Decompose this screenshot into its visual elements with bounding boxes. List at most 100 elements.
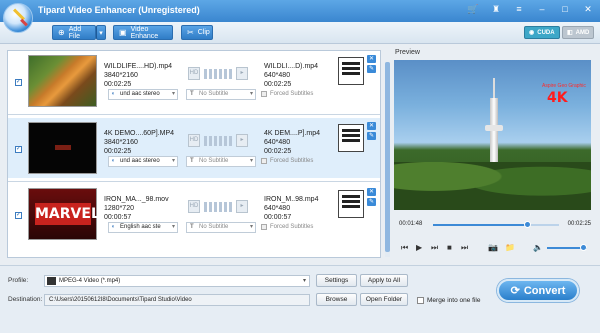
file-row[interactable]: ✓ WILDLIFE....HD).mp4 3840*2160 00:02:25… [8,51,380,111]
edit-icon[interactable]: ✎ [367,198,376,206]
snapshot-icon[interactable]: 📷 [488,243,498,252]
settings-button[interactable]: Settings [316,274,357,287]
output-filename: WILDLI....D).mp4 [264,63,319,70]
stop-icon[interactable]: ■ [447,243,452,252]
forced-subtitles-label: Forced Subtitles [270,224,314,230]
remove-icon[interactable]: ✕ [367,122,376,130]
convert-button[interactable]: ⟳ Convert [497,279,579,302]
apply-to-all-button[interactable]: Apply to All [360,274,408,287]
seek-bar[interactable] [433,221,559,228]
convert-arrow: HD ▸ [188,199,250,215]
forced-subtitles[interactable]: Forced Subtitles [261,158,313,164]
output-filename: IRON_M..98.mp4 [264,196,319,203]
target-format-icon: ▸ [236,200,248,213]
previous-frame-icon[interactable]: ⏮ [401,243,408,253]
cart-icon[interactable]: 🛒 [467,4,479,15]
output-format-icon[interactable] [338,124,364,152]
audio-track-select[interactable]: ◖ English aac ste ▾ [108,222,178,233]
forced-subtitles-checkbox[interactable] [261,91,267,97]
cuda-label: CUDA [537,29,555,36]
edit-icon[interactable]: ✎ [367,65,376,73]
file-row[interactable]: ✓ MARVEL IRON_MA..._98.mov 1280*720 00:0… [8,184,380,244]
remove-icon[interactable]: ✕ [367,55,376,63]
forced-subtitles-checkbox[interactable] [261,158,267,164]
destination-path-input[interactable]: C:\Users\20150612I8\Documents\Tipard Stu… [44,294,310,306]
merge-label: Merge into one file [427,297,481,304]
chevron-down-icon: ▾ [302,278,306,284]
fast-forward-icon[interactable]: ⏭ [431,243,438,253]
playback-timeline: 00:01:48 00:02:25 [399,220,591,230]
cuda-toggle[interactable]: ◉ CUDA [524,26,560,39]
source-filename: 4K DEMO....60P].MP4 [104,130,175,137]
scissors-icon: ✂ [187,28,194,37]
merge-option[interactable]: Merge into one file [417,297,480,304]
video-enhance-button[interactable]: ▣ Video Enhance [113,25,173,40]
video-enhance-icon: ▣ [119,28,127,37]
user-icon[interactable]: ♜ [490,4,502,15]
seek-handle[interactable] [523,221,531,228]
file-checkbox[interactable]: ✓ [15,79,22,86]
file-checkbox[interactable]: ✓ [15,212,22,219]
preview-4k-text: 4K [547,90,568,106]
output-resolution: 640*480 [264,72,291,79]
source-format-icon: HD [188,67,200,80]
edit-icon[interactable]: ✎ [367,132,376,140]
destination-label: Destination: [8,296,43,303]
source-format-icon: HD [188,134,200,147]
scrollbar-thumb[interactable] [385,62,390,252]
audio-track-value: und aac stereo [120,91,160,97]
folder-icon[interactable]: 📁 [505,243,515,252]
source-resolution: 1280*720 [104,205,134,212]
profile-select[interactable]: MPEG-4 Video (*.mp4) ▾ [44,275,310,287]
browse-button[interactable]: Browse [316,293,357,306]
subtitle-select[interactable]: T No Subtitle ▾ [186,222,256,233]
output-format-icon[interactable] [338,190,364,218]
audio-icon: ◖ [111,224,115,230]
play-icon[interactable]: ▶ [416,243,422,252]
add-file-label: Add File [68,25,82,40]
file-thumbnail: MARVEL [28,188,100,240]
file-row[interactable]: ✓ 4K DEMO....60P].MP4 3840*2160 00:02:25… [8,118,380,178]
forced-subtitles[interactable]: Forced Subtitles [261,224,313,230]
convert-label: Convert [523,284,566,297]
remove-icon[interactable]: ✕ [367,188,376,196]
source-resolution: 3840*2160 [104,139,138,146]
subtitle-select[interactable]: T No Subtitle ▾ [186,156,256,167]
subtitle-icon: T [190,158,194,164]
subtitle-select[interactable]: T No Subtitle ▾ [186,89,256,100]
audio-track-select[interactable]: ◖ und aac stereo ▾ [108,156,178,167]
subtitle-value: No Subtitle [199,224,229,230]
total-time: 00:02:25 [567,221,591,227]
amd-toggle[interactable]: ◧ AMD [562,26,595,39]
source-resolution: 3840*2160 [104,72,138,79]
row-actions: ✕ ✎ [367,55,376,73]
close-icon[interactable]: ✕ [582,4,594,15]
volume-slider[interactable] [547,244,587,251]
open-folder-button[interactable]: Open Folder [360,293,408,306]
playback-controls: ⏮ ▶ ⏭ ■ ⏭ 📷 📁 🔈 [399,243,591,255]
audio-track-select[interactable]: ◖ und aac stereo ▾ [108,89,178,100]
menu-icon[interactable]: ≡ [513,4,525,15]
subtitle-icon: T [190,224,194,230]
subtitle-icon: T [190,91,194,97]
forced-subtitles[interactable]: Forced Subtitles [261,91,313,97]
next-icon[interactable]: ⏭ [461,243,468,253]
profile-format-icon [47,277,56,285]
merge-checkbox[interactable] [417,297,424,304]
forced-subtitles-checkbox[interactable] [261,224,267,230]
seek-progress [433,224,527,226]
file-checkbox[interactable]: ✓ [15,146,22,153]
volume-handle[interactable] [580,244,587,251]
maximize-icon[interactable]: □ [559,4,571,15]
source-format-icon: HD [188,200,200,213]
add-file-button[interactable]: ⊕ Add File [52,25,96,40]
convert-icon: ⟳ [510,285,520,297]
source-duration: 00:02:25 [104,148,132,155]
clip-button[interactable]: ✂ Clip [181,25,213,40]
file-list-scrollbar[interactable] [385,62,390,257]
amd-icon: ◧ [567,30,573,36]
add-file-dropdown[interactable]: ▾ [96,25,106,40]
output-format-icon[interactable] [338,57,364,85]
minimize-icon[interactable]: – [536,4,548,15]
volume-icon[interactable]: 🔈 [533,243,543,252]
